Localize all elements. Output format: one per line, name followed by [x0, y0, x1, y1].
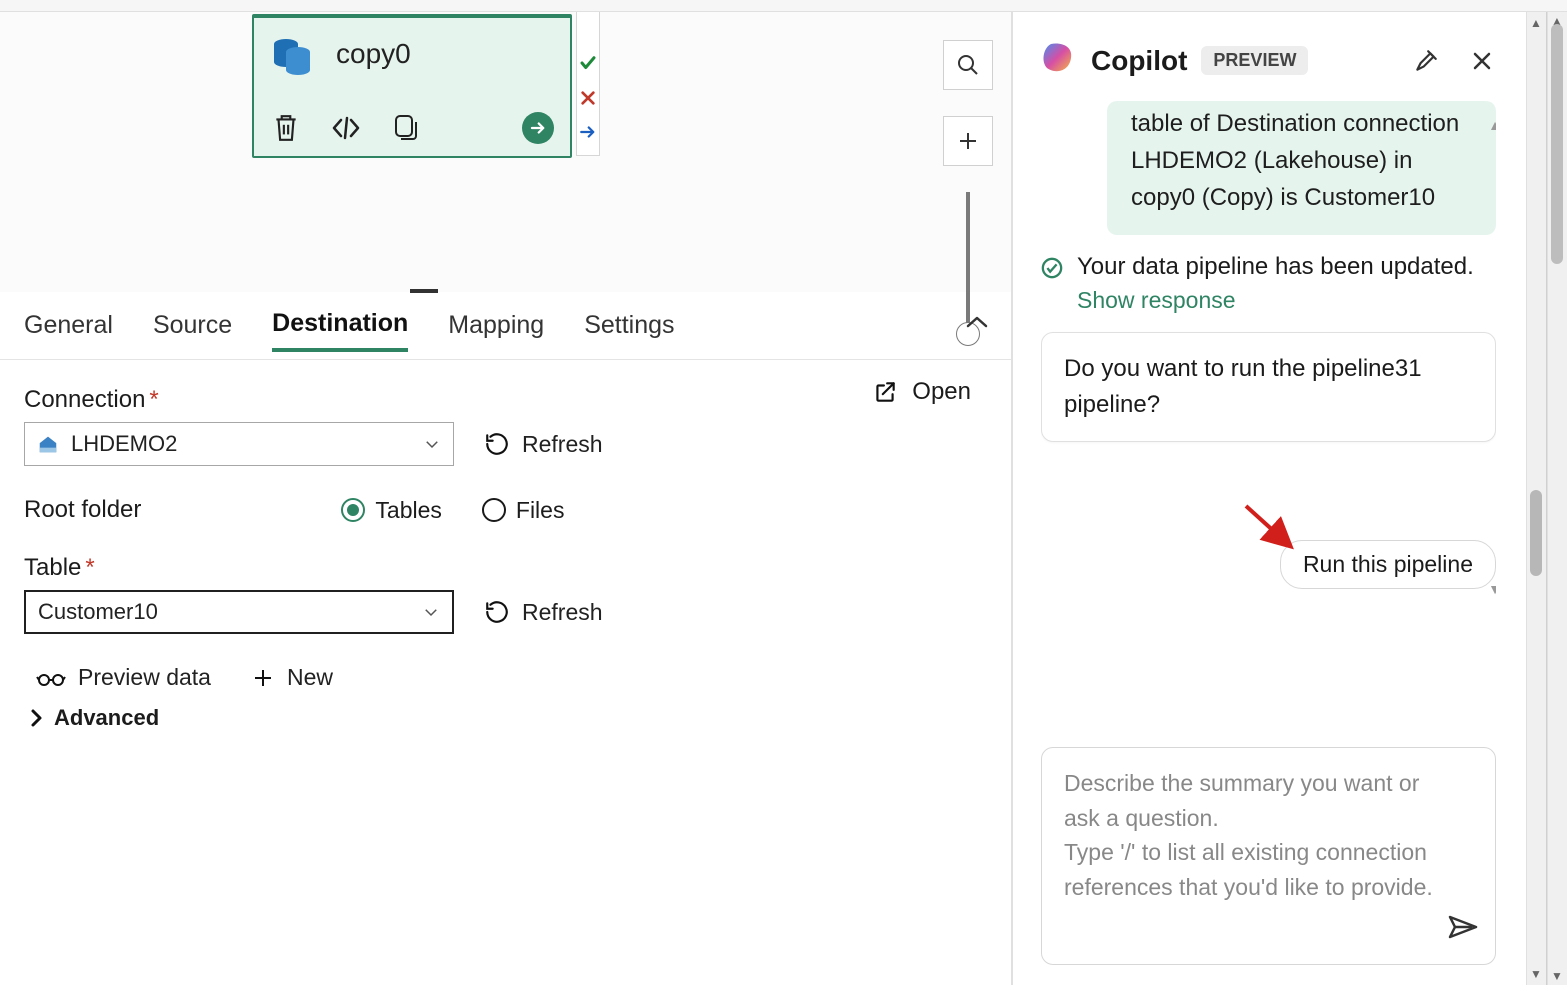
delete-icon[interactable] [268, 110, 304, 146]
run-activity-icon[interactable] [520, 110, 556, 146]
root-folder-files[interactable]: Files [482, 497, 565, 524]
activity-actions [268, 110, 556, 146]
chevron-down-icon [422, 603, 440, 621]
activity-header: copy0 [254, 18, 570, 78]
table-value: Customer10 [38, 599, 158, 625]
root-folder-label: Root folder [24, 496, 141, 524]
copilot-header: Copilot PREVIEW [1041, 12, 1496, 101]
activity-copy0[interactable]: copy0 [252, 14, 572, 158]
close-icon[interactable] [1468, 47, 1496, 75]
chat-scroll-up-icon[interactable]: ▲ [1488, 117, 1496, 133]
refresh-icon [484, 599, 510, 625]
open-label: Open [912, 378, 971, 406]
root-folder-radio-group: Tables Files [341, 497, 564, 524]
connection-label: Connection* [24, 386, 987, 414]
page-scrollbar[interactable]: ▲ ▼ [1547, 12, 1567, 985]
chat-input-placeholder: Describe the summary you want or ask a q… [1064, 770, 1433, 900]
refresh-icon [484, 431, 510, 457]
tab-mapping[interactable]: Mapping [448, 301, 544, 350]
glasses-icon [36, 668, 66, 688]
table-select[interactable]: Customer10 [24, 590, 454, 634]
send-icon[interactable] [1447, 913, 1479, 951]
collapse-panel-icon[interactable] [965, 310, 989, 336]
tab-source[interactable]: Source [153, 301, 232, 350]
advanced-toggle[interactable]: Advanced [28, 705, 987, 731]
left-pane: copy0 [0, 12, 1013, 985]
new-table-button[interactable]: New [251, 664, 333, 691]
top-rail [0, 0, 1567, 12]
copy-activity-icon [268, 30, 316, 78]
copilot-panel: Copilot PREVIEW ▲ ▼ table of Des [1013, 12, 1547, 985]
success-check-icon [1041, 257, 1063, 285]
copilot-scrollbar[interactable]: ▲ ▼ [1526, 12, 1546, 985]
pin-icon[interactable] [1412, 47, 1440, 75]
status-line: Your data pipeline has been updated. [1041, 253, 1496, 285]
show-response-link[interactable]: Show response [1077, 287, 1496, 314]
copy-icon[interactable] [388, 110, 424, 146]
chat-input[interactable]: Describe the summary you want or ask a q… [1041, 747, 1496, 965]
code-icon[interactable] [328, 110, 364, 146]
chevron-down-icon [423, 435, 441, 453]
refresh-connection-button[interactable]: Refresh [484, 431, 603, 458]
assistant-message: table of Destination connection LHDEMO2 … [1107, 101, 1496, 235]
error-handle-icon[interactable] [580, 90, 596, 110]
destination-form: Open Connection* LHDEMO2 [0, 360, 1011, 757]
preview-badge: PREVIEW [1201, 46, 1308, 75]
details-tabs: General Source Destination Mapping Setti… [0, 292, 1011, 360]
tab-general[interactable]: General [24, 301, 113, 350]
scrollbar-thumb[interactable] [1530, 490, 1542, 576]
success-handle-icon[interactable] [579, 54, 597, 76]
connection-select[interactable]: LHDEMO2 [24, 422, 454, 466]
chat-body: ▲ ▼ table of Destination connection LHDE… [1041, 101, 1496, 717]
resize-handle[interactable] [410, 289, 438, 293]
root-folder-tables[interactable]: Tables [341, 497, 441, 524]
tab-settings[interactable]: Settings [584, 301, 674, 350]
connection-value: LHDEMO2 [71, 431, 177, 457]
activity-title: copy0 [336, 38, 411, 70]
canvas-area[interactable]: copy0 [0, 12, 1011, 292]
open-button[interactable]: Open [872, 378, 971, 406]
lakehouse-icon [37, 433, 59, 455]
add-activity-button[interactable] [943, 116, 993, 166]
assistant-question: Do you want to run the pipeline31 pipeli… [1041, 332, 1496, 442]
plus-icon [251, 666, 275, 690]
copilot-title: Copilot [1091, 45, 1187, 77]
preview-data-button[interactable]: Preview data [36, 664, 211, 691]
main: copy0 [0, 12, 1567, 985]
table-label: Table* [24, 554, 987, 582]
skip-handle-icon[interactable] [579, 124, 597, 144]
search-canvas-button[interactable] [943, 40, 993, 90]
tab-destination[interactable]: Destination [272, 299, 408, 352]
activity-output-handles[interactable] [576, 12, 600, 156]
run-pipeline-button[interactable]: Run this pipeline [1280, 540, 1496, 589]
scrollbar-thumb[interactable] [1551, 24, 1563, 264]
refresh-table-button[interactable]: Refresh [484, 599, 603, 626]
copilot-logo-icon [1041, 40, 1077, 81]
chevron-right-icon [28, 708, 44, 728]
